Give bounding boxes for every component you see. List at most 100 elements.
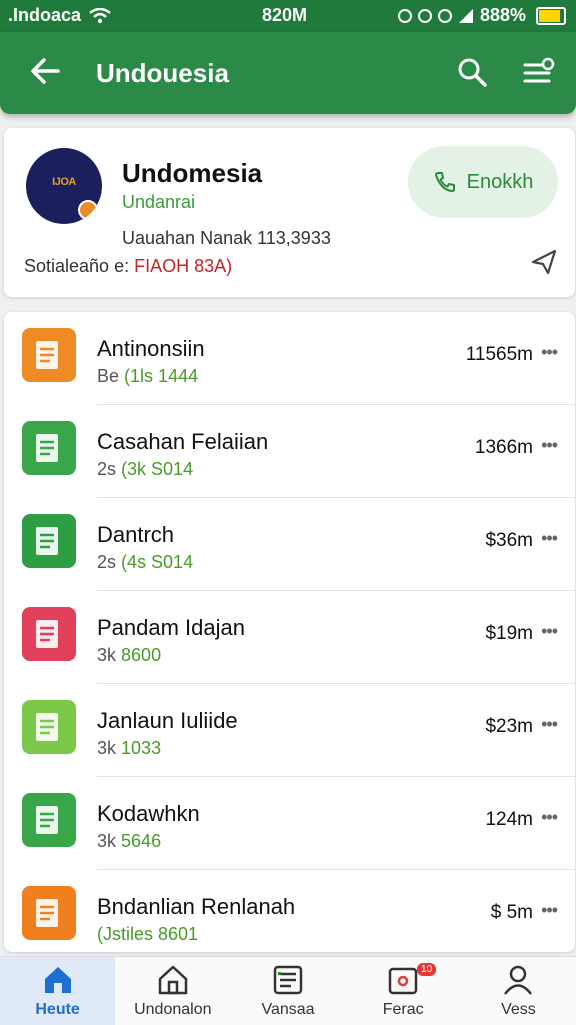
profile-subtitle: Undanrai [122,192,196,212]
list-item[interactable]: Janlaun Iuliide 3k 1033 $23m ••• [4,684,575,777]
sync-icon [437,8,452,23]
list-item-subtitle-prefix: 3k [97,831,117,851]
list-item-subtitle-value: 1033 [121,738,162,758]
nav-inbox-label: Ferac [382,1001,424,1018]
list-item-title: Janlaun Iuliide [97,708,238,733]
list-item-subtitle-value: (4s S014 [121,552,194,572]
profile-status-label: Sotialeaño e: [24,256,130,276]
list-item-title: Kodawhkn [97,801,200,826]
building-icon [158,965,188,995]
inbox-icon [388,967,418,995]
bottom-navigation: Heute Undonalon Vansaa 10 Ferac Vess [0,956,576,1025]
list-item[interactable]: Casahan Felaiian 2s (3k S014 1366m ••• [4,405,575,498]
list-item-subtitle-prefix: 2s [97,459,117,479]
list-item-subtitle-prefix: 3k [97,645,117,665]
nav-profile-label: Vess [501,1001,536,1018]
list-item-subtitle: 2s (4s S014 [97,552,193,573]
document-green-icon [22,514,76,568]
nav-home-label: Heute [35,1001,80,1018]
logo-text: IJOA [52,176,76,188]
app-bar: Undouesia [0,32,576,114]
folder-orange-icon [22,328,76,382]
call-button-label: Enokkh [466,170,534,193]
list-item-subtitle: Be (1ls 1444 [97,366,198,387]
document-red-icon [22,607,76,661]
more-options-icon[interactable]: ••• [541,435,558,456]
list-item-amount: 124m [485,809,533,830]
send-icon[interactable] [530,248,558,276]
more-options-icon[interactable]: ••• [541,714,558,735]
signal-icon [458,8,473,23]
list-item-subtitle-value: (Jstiles 8601 [97,924,199,944]
list-item-subtitle-value: (1ls 1444 [124,366,199,386]
document-orange-icon [22,886,76,940]
list-item-amount: $23m [485,716,533,737]
profile-meta: Uauahan Nanak 113,3933 [122,228,331,248]
logo-badge-icon [78,200,98,220]
list-item-subtitle: 3k 1033 [97,738,161,759]
nav-list-label: Vansaa [261,1001,315,1018]
filter-settings-icon[interactable] [522,56,556,88]
more-options-icon[interactable]: ••• [541,807,558,828]
page-title: Undouesia [96,58,229,88]
list-item-title: Bndanlian Renlanah [97,894,296,919]
status-bar: .Indoaca 820M 888% [0,0,576,32]
inbox-badge: 10 [417,963,437,976]
list-item-title: Casahan Felaiian [97,429,269,454]
wifi-icon [89,7,111,23]
list-item-amount: $36m [485,530,533,551]
list-item[interactable]: Pandam Idajan 3k 8600 $19m ••• [4,591,575,684]
person-icon [504,965,533,995]
battery-percent: 888% [479,5,526,25]
list-item-subtitle-prefix: 3k [97,738,117,758]
list-item-subtitle-value: 5646 [121,831,162,851]
company-logo: IJOA [26,148,102,224]
list-item-subtitle-prefix: Be [97,366,120,386]
list-item-subtitle: (Jstiles 8601 [97,924,198,945]
list-item-subtitle: 3k 5646 [97,831,161,852]
home-icon [44,967,71,993]
item-list: Antinonsiin Be (1ls 1444 11565m ••• Casahan … [4,312,575,952]
carrier-label: .Indoaca [8,5,82,25]
profile-status: Sotialeaño e: FIAOH 83A) [24,256,232,277]
clock-icon [417,8,432,23]
list-item[interactable]: Dantrch 2s (4s S014 $36m ••• [4,498,575,591]
folder-green-icon [22,421,76,475]
document-lime-icon [22,700,76,754]
list-icon [273,965,303,995]
nav-list[interactable]: Vansaa [230,957,345,1025]
battery-icon [536,6,566,25]
list-item-subtitle: 3k 8600 [97,645,161,666]
list-item-title: Dantrch [97,522,175,547]
nav-home[interactable]: Heute [0,957,116,1025]
list-item-subtitle-value: (3k S014 [121,459,194,479]
more-options-icon[interactable]: ••• [541,528,558,549]
list-item-subtitle-prefix: 2s [97,552,117,572]
search-icon[interactable] [456,56,488,88]
more-options-icon[interactable]: ••• [541,900,558,921]
list-item-subtitle-value: 8600 [121,645,162,665]
profile-status-value: FIAOH 83A) [134,256,233,276]
nav-profile[interactable]: Vess [461,957,576,1025]
more-options-icon[interactable]: ••• [541,621,558,642]
list-item-amount: 1366m [474,437,533,458]
list-item-title: Pandam Idajan [97,615,245,640]
document-green2-icon [22,793,76,847]
list-item[interactable]: Bndanlian Renlanah (Jstiles 8601 $ 5m ••• [4,870,575,952]
list-item-amount: 11565m [465,344,533,365]
list-item-subtitle: 2s (3k S014 [97,459,193,480]
nav-inbox[interactable]: 10 Ferac [346,957,461,1025]
nav-buildings[interactable]: Undonalon [115,957,230,1025]
profile-name: Undomesia [122,158,263,188]
call-button[interactable]: Enokkh [408,146,558,218]
profile-card: IJOA Undomesia Undanrai Uauahan Nanak 11… [4,128,575,297]
list-item[interactable]: Antinonsiin Be (1ls 1444 11565m ••• [4,312,575,405]
alarm-icon [397,8,412,23]
phone-icon [434,172,455,192]
list-item-amount: $19m [485,623,533,644]
list-item-amount: $ 5m [490,902,533,923]
more-options-icon[interactable]: ••• [541,342,558,363]
nav-buildings-label: Undonalon [134,1001,212,1018]
list-item[interactable]: Kodawhkn 3k 5646 124m ••• [4,777,575,870]
back-arrow-icon[interactable] [28,54,62,88]
